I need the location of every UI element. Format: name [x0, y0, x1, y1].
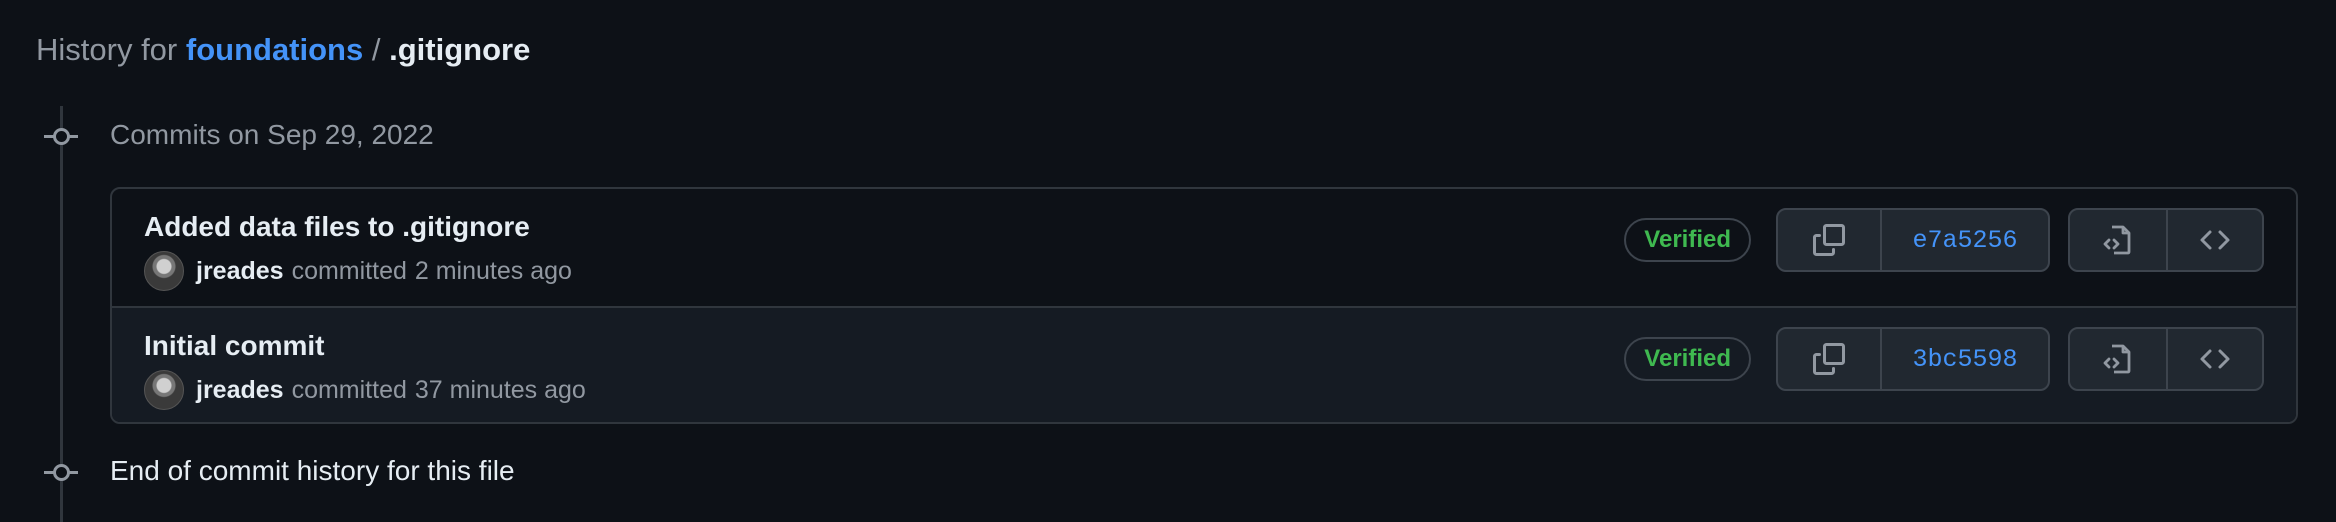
end-of-history-text: End of commit history for this file — [110, 455, 515, 486]
copy-icon — [1813, 224, 1845, 256]
commit-action: committed — [291, 375, 407, 404]
page-title: History for foundations / .gitignore — [36, 30, 530, 70]
commit-list: Added data files to .gitignore jreades c… — [110, 187, 2298, 424]
git-commit-icon — [44, 464, 78, 481]
commit-title-link[interactable]: Initial commit — [144, 328, 324, 364]
browse-repo-at-commit-button[interactable] — [2166, 210, 2262, 270]
avatar[interactable] — [144, 370, 184, 410]
sha-button-group: e7a5256 — [1776, 208, 2050, 272]
commit-sha-link[interactable]: 3bc5598 — [1882, 329, 2048, 389]
repo-link[interactable]: foundations — [186, 32, 363, 67]
code-icon — [2200, 230, 2230, 250]
author-link[interactable]: jreades — [196, 376, 284, 405]
commit-group-title: Commits on Sep 29, 2022 — [110, 119, 434, 150]
commit-time: 2 minutes ago — [414, 256, 572, 285]
browse-button-group — [2068, 208, 2264, 272]
commit-action: committed — [291, 256, 407, 285]
title-prefix: History for — [36, 32, 178, 67]
sha-button-group: 3bc5598 — [1776, 327, 2050, 391]
verified-badge[interactable]: Verified — [1624, 218, 1751, 262]
commit-title-link[interactable]: Added data files to .gitignore — [144, 209, 530, 245]
file-name: .gitignore — [389, 32, 531, 67]
file-code-icon — [2103, 344, 2131, 374]
commit-row: Initial commit jreades committed 37 minu… — [112, 306, 2296, 422]
copy-sha-button[interactable] — [1778, 210, 1882, 270]
commit-time: 37 minutes ago — [414, 375, 586, 404]
path-separator: / — [371, 32, 381, 67]
commit-meta: jreades committed 37 minutes ago — [144, 370, 586, 410]
copy-sha-button[interactable] — [1778, 329, 1882, 389]
copy-icon — [1813, 343, 1845, 375]
view-file-at-commit-button[interactable] — [2070, 329, 2166, 389]
git-commit-icon — [44, 128, 78, 145]
avatar[interactable] — [144, 251, 184, 291]
timeline-line — [60, 106, 63, 522]
commit-history-page: History for foundations / .gitignore Com… — [0, 0, 2336, 522]
verified-badge[interactable]: Verified — [1624, 337, 1751, 381]
commit-sha-link[interactable]: e7a5256 — [1882, 210, 2048, 270]
commit-row: Added data files to .gitignore jreades c… — [112, 189, 2296, 306]
author-link[interactable]: jreades — [196, 257, 284, 286]
file-code-icon — [2103, 225, 2131, 255]
code-icon — [2200, 349, 2230, 369]
browse-repo-at-commit-button[interactable] — [2166, 329, 2262, 389]
commit-meta: jreades committed 2 minutes ago — [144, 251, 572, 291]
browse-button-group — [2068, 327, 2264, 391]
view-file-at-commit-button[interactable] — [2070, 210, 2166, 270]
